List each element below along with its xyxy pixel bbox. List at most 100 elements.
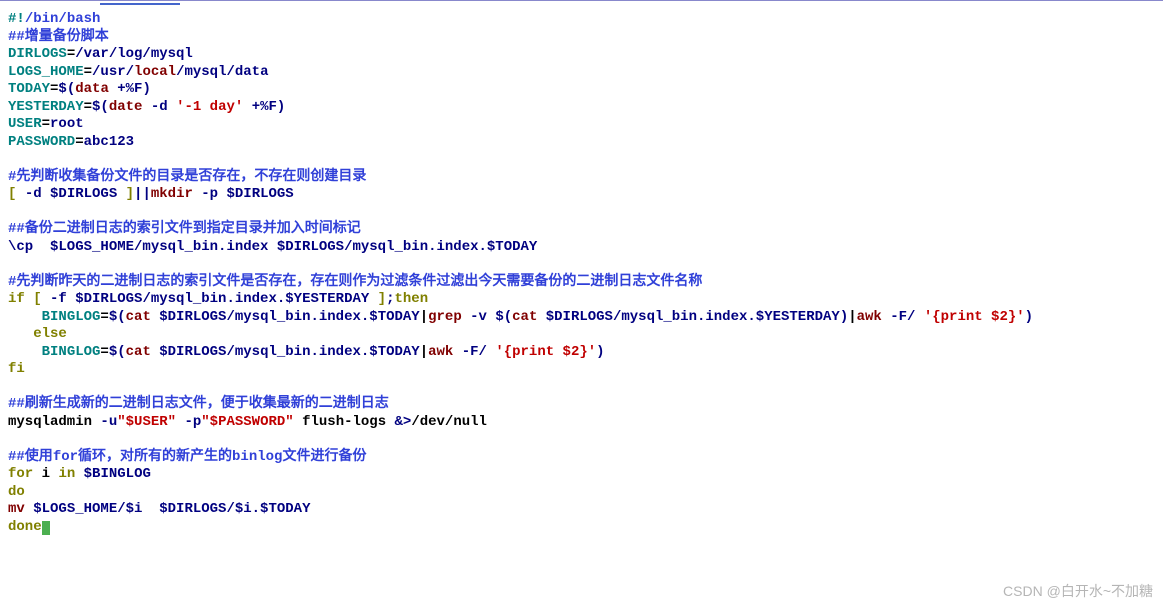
code-token: cat	[126, 309, 160, 325]
code-token: $DIRLOGS	[159, 344, 226, 360]
code-line	[8, 379, 1155, 397]
code-token	[8, 204, 22, 220]
code-line: TODAY=$(data +%F)	[8, 81, 1155, 99]
code-token: mv	[8, 501, 33, 517]
code-token	[8, 431, 22, 447]
code-token: -v $(	[470, 309, 512, 325]
code-token: LOGS_HOME	[8, 64, 84, 80]
code-line: USER=root	[8, 116, 1155, 134]
code-token: cat	[512, 309, 546, 325]
code-line: mv $LOGS_HOME/$i $DIRLOGS/$i.$TODAY	[8, 501, 1155, 519]
code-token: for	[8, 466, 33, 482]
code-token: /var/log/mysql	[75, 46, 193, 62]
code-token: grep	[428, 309, 470, 325]
code-token: /bin/bash	[25, 11, 101, 27]
code-line	[8, 256, 1155, 274]
code-line: BINGLOG=$(cat $DIRLOGS/mysql_bin.index.$…	[8, 344, 1155, 362]
code-token: \cp $LOGS_HOME	[8, 239, 134, 255]
code-line: if [ -f $DIRLOGS/mysql_bin.index.$YESTER…	[8, 291, 1155, 309]
code-token: $(	[109, 309, 126, 325]
code-token: ||	[134, 186, 151, 202]
code-token: '{print $2}'	[495, 344, 596, 360]
code-token: )	[840, 309, 848, 325]
code-token	[8, 344, 42, 360]
cursor	[42, 521, 50, 535]
code-token: -F/	[462, 344, 496, 360]
code-token: /$i.$TODAY	[226, 501, 310, 517]
code-token: do	[8, 484, 25, 500]
code-line: \cp $LOGS_HOME/mysql_bin.index $DIRLOGS/…	[8, 239, 1155, 257]
code-token: |	[420, 309, 428, 325]
code-token: -u	[100, 414, 117, 430]
code-token	[8, 151, 22, 167]
tab-bar	[0, 3, 1163, 7]
code-token: |	[420, 344, 428, 360]
code-token: [	[8, 186, 25, 202]
code-token: |	[848, 309, 856, 325]
code-token: =	[84, 64, 92, 80]
code-token: )	[1025, 309, 1033, 325]
code-token: binlog	[232, 449, 282, 465]
watermark-text: CSDN @白开水~不加糖	[1003, 581, 1153, 601]
code-token: -p	[176, 414, 201, 430]
code-token: 文件进行备份	[282, 449, 366, 465]
code-token: awk	[857, 309, 891, 325]
code-token: mkdir	[151, 186, 201, 202]
code-token: =	[67, 46, 75, 62]
code-line: for i in $BINGLOG	[8, 466, 1155, 484]
code-token: /mysql/data	[176, 64, 268, 80]
code-token: 循环，对所有的新产生的	[78, 449, 232, 465]
code-token: data	[75, 81, 117, 97]
code-token: /dev/null	[411, 414, 487, 430]
code-token: +%F)	[117, 81, 151, 97]
code-token: /mysql_bin.index $DIRLOGS	[134, 239, 344, 255]
code-token: =	[100, 344, 108, 360]
code-editor[interactable]: #!/bin/bash##增量备份脚本DIRLOGS=/var/log/mysq…	[0, 7, 1163, 536]
code-token: ]	[369, 291, 386, 307]
code-token: fi	[8, 361, 25, 377]
code-token: -d $DIRLOGS	[25, 186, 117, 202]
code-token: date	[109, 99, 151, 115]
code-token: awk	[428, 344, 462, 360]
code-line: else	[8, 326, 1155, 344]
code-line: #先判断昨天的二进制日志的索引文件是否存在，存在则作为过滤条件过滤出今天需要备份…	[8, 274, 1155, 292]
code-token: DIRLOGS	[8, 46, 67, 62]
code-line: BINGLOG=$(cat $DIRLOGS/mysql_bin.index.$…	[8, 309, 1155, 327]
code-token: /mysql_bin.index.$YESTERDAY	[613, 309, 840, 325]
code-token: BINGLOG	[42, 309, 101, 325]
code-token: ##备份二进制日志的索引文件到指定目录并加入时间标记	[8, 221, 361, 237]
code-token: #先判断昨天的二进制日志的索引文件是否存在，存在则作为过滤条件过滤出今天需要备份…	[8, 274, 702, 290]
code-line: fi	[8, 361, 1155, 379]
code-token: mysqladmin	[8, 414, 100, 430]
code-token: /mysql_bin.index.$TODAY	[344, 239, 537, 255]
code-token: =	[84, 99, 92, 115]
code-token	[8, 379, 22, 395]
code-token: /usr/	[92, 64, 134, 80]
code-token: else	[33, 326, 67, 342]
code-token: PASSWORD	[8, 134, 75, 150]
code-token: ##使用	[8, 449, 53, 465]
code-line: DIRLOGS=/var/log/mysql	[8, 46, 1155, 64]
code-token: if [	[8, 291, 50, 307]
code-token: $(	[92, 99, 109, 115]
code-token: '-1 day'	[176, 99, 243, 115]
code-line: YESTERDAY=$(date -d '-1 day' +%F)	[8, 99, 1155, 117]
code-token: $DIRLOGS	[159, 309, 226, 325]
code-token: ##增量备份脚本	[8, 29, 109, 45]
code-token: -F/	[890, 309, 924, 325]
code-line: #先判断收集备份文件的目录是否存在，不存在则创建目录	[8, 169, 1155, 187]
code-token: $DIRLOGS	[546, 309, 613, 325]
code-token: $LOGS_HOME	[33, 501, 117, 517]
code-line: mysqladmin -u"$USER" -p"$PASSWORD" flush…	[8, 414, 1155, 432]
code-token: $(	[58, 81, 75, 97]
code-line: ##使用for循环，对所有的新产生的binlog文件进行备份	[8, 449, 1155, 467]
code-line: [ -d $DIRLOGS ]||mkdir -p $DIRLOGS	[8, 186, 1155, 204]
code-token: abc123	[84, 134, 134, 150]
code-token: ]	[117, 186, 134, 202]
code-token: #!	[8, 11, 25, 27]
code-token: -p $DIRLOGS	[201, 186, 293, 202]
code-token: /mysql_bin.index.$TODAY	[226, 309, 419, 325]
code-token: =	[100, 309, 108, 325]
code-token: +%F)	[243, 99, 285, 115]
code-line	[8, 431, 1155, 449]
